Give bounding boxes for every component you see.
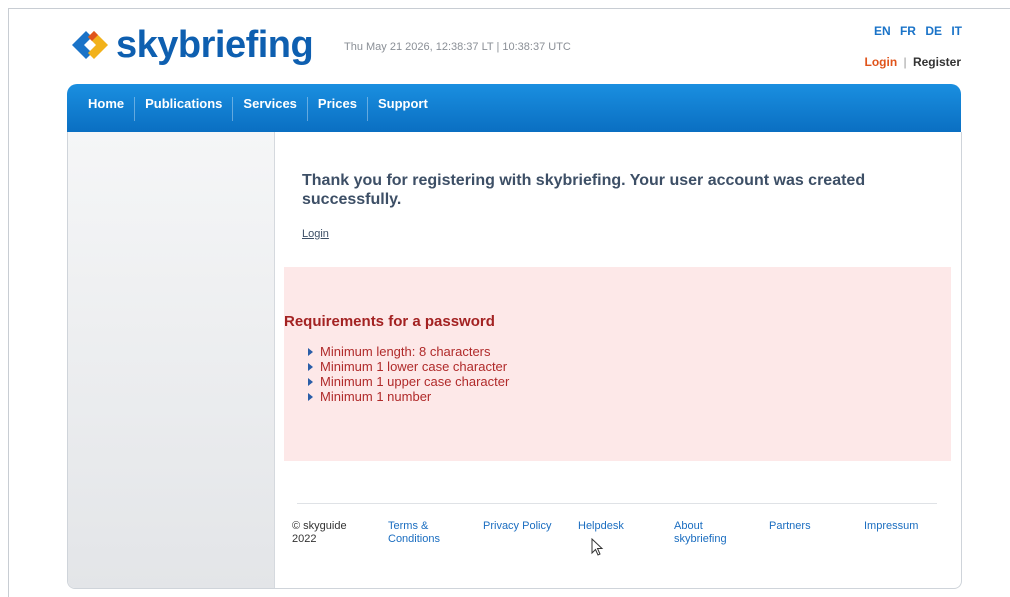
auth-links: Login | Register [865, 55, 962, 69]
nav-home[interactable]: Home [67, 97, 136, 121]
footer-terms-link[interactable]: Terms & Conditions [388, 520, 458, 546]
lang-fr[interactable]: FR [900, 24, 916, 38]
nav-services[interactable]: Services [233, 97, 308, 121]
bullet-arrow-icon [308, 362, 313, 371]
header-login-link[interactable]: Login [865, 55, 898, 69]
footer-about-link[interactable]: About skybriefing [674, 520, 742, 546]
footer-privacy-link[interactable]: Privacy Policy [483, 520, 568, 533]
footer-impressum-link[interactable]: Impressum [864, 520, 949, 533]
footer-partners-link[interactable]: Partners [769, 520, 854, 533]
logo-mark-icon [72, 31, 108, 59]
password-requirements-box: Requirements for a password Minimum leng… [284, 267, 951, 461]
content-frame: Thank you for registering with skybriefi… [67, 132, 962, 589]
requirement-text: Minimum 1 number [320, 389, 432, 404]
main-navigation: Home Publications Services Prices Suppor… [67, 84, 961, 132]
requirement-item: Minimum 1 number [308, 389, 509, 404]
nav-prices[interactable]: Prices [308, 97, 368, 121]
datetime-display: Thu May 21 2026, 12:38:37 LT | 10:38:37 … [344, 41, 571, 53]
lang-it[interactable]: IT [951, 24, 962, 38]
content-login-link[interactable]: Login [302, 228, 329, 240]
footer-helpdesk-link[interactable]: Helpdesk [578, 520, 663, 533]
nav-support[interactable]: Support [368, 97, 438, 121]
logo-text: skybriefing [116, 24, 314, 66]
header-register-link[interactable]: Register [913, 55, 961, 69]
requirements-title: Requirements for a password [284, 313, 495, 330]
nav-publications[interactable]: Publications [135, 97, 234, 121]
footer-divider [297, 503, 937, 504]
registration-success-message: Thank you for registering with skybriefi… [302, 172, 866, 208]
window-border-left [8, 8, 9, 597]
requirement-item: Minimum 1 upper case character [308, 374, 509, 389]
requirement-item: Minimum 1 lower case character [308, 359, 509, 374]
requirement-item: Minimum length: 8 characters [308, 344, 509, 359]
footer-copyright: © skyguide 2022 [292, 520, 347, 545]
lang-en[interactable]: EN [874, 24, 891, 38]
requirement-text: Minimum 1 lower case character [320, 359, 508, 374]
lang-de[interactable]: DE [925, 24, 942, 38]
bullet-arrow-icon [308, 392, 313, 401]
requirements-list: Minimum length: 8 characters Minimum 1 l… [308, 344, 509, 404]
language-selector: EN FR DE IT [868, 24, 962, 38]
skybriefing-logo[interactable]: skybriefing [68, 24, 314, 66]
bullet-arrow-icon [308, 347, 313, 356]
auth-separator: | [903, 55, 907, 69]
mouse-pointer-icon [591, 538, 604, 556]
requirement-text: Minimum 1 upper case character [320, 374, 510, 389]
left-sidebar [68, 132, 275, 588]
requirement-text: Minimum length: 8 characters [320, 344, 491, 359]
window-border-top [8, 8, 1010, 9]
bullet-arrow-icon [308, 377, 313, 386]
